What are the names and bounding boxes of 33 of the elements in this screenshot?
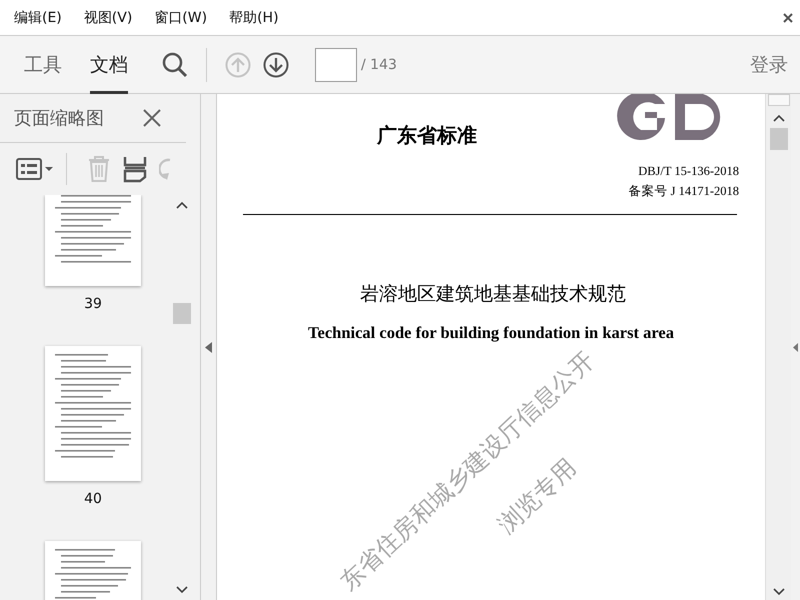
collapse-arrow-icon[interactable]: [793, 342, 798, 352]
list-options-icon[interactable]: [16, 157, 54, 181]
page-thumbnail[interactable]: [45, 195, 141, 286]
standard-code: DBJ/T 15-136-2018: [638, 164, 739, 179]
close-icon[interactable]: [142, 108, 162, 128]
document-subtitle: Technical code for building foundation in karst area: [308, 323, 674, 343]
document-heading: 广东省标准: [377, 122, 477, 149]
menu-item[interactable]: 帮助(H): [229, 6, 279, 28]
record-number: 备案号 J 14171-2018: [628, 183, 739, 200]
menu-item[interactable]: 窗口(W): [154, 6, 208, 28]
page-thumbnail[interactable]: [45, 541, 141, 600]
page-count: / 143: [361, 56, 397, 72]
login-link[interactable]: 登录: [750, 52, 788, 78]
page-extract-icon[interactable]: [123, 155, 147, 183]
search-icon[interactable]: [162, 52, 188, 78]
scrollbar-thumb[interactable]: [770, 128, 788, 150]
document-title: 岩溶地区建筑地基基础技术规范: [359, 282, 626, 307]
page-number: 39: [84, 296, 102, 312]
page-thumbnail[interactable]: [45, 346, 141, 481]
close-icon[interactable]: [782, 12, 794, 24]
scroll-down-icon[interactable]: [176, 586, 188, 594]
menu-item[interactable]: 编辑(E): [14, 6, 62, 28]
scroll-up-icon[interactable]: [772, 114, 784, 122]
scrollbar-thumb[interactable]: [173, 303, 191, 324]
panel-title: 页面缩略图: [14, 107, 104, 130]
menu-item[interactable]: 视图(V): [84, 6, 132, 28]
page-number-field[interactable]: [315, 48, 357, 82]
collapse-arrow-icon[interactable]: [205, 342, 212, 352]
page-number: 40: [84, 491, 102, 507]
scroll-down-icon[interactable]: [772, 588, 784, 596]
tab[interactable]: 工具: [24, 36, 62, 94]
scrollbar-box[interactable]: [768, 94, 790, 106]
scroll-up-icon[interactable]: [176, 201, 188, 209]
